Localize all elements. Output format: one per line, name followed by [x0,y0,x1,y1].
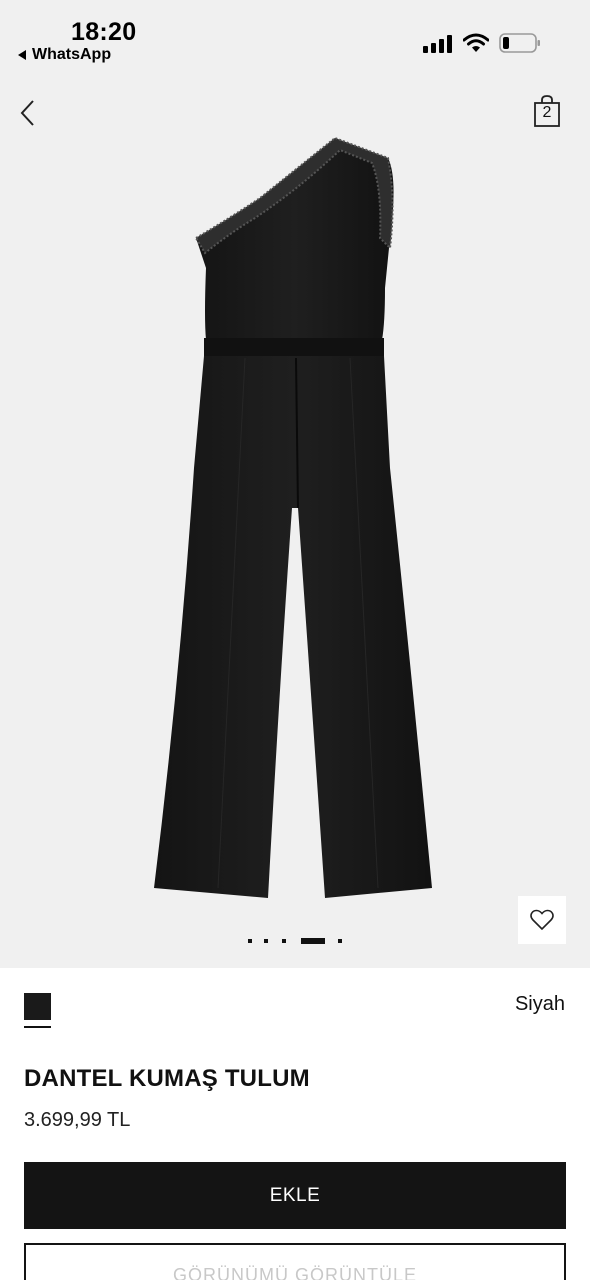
color-name: Siyah [514,993,565,1015]
signal-icon [423,35,453,53]
color-swatch[interactable] [24,993,51,1020]
product-price: 3.699,99 TL [24,1109,131,1131]
page-dot[interactable] [282,939,286,943]
view-look-button[interactable]: GÖRÜNÜMÜ GÖRÜNTÜLE [24,1243,566,1280]
back-triangle-icon [18,50,26,60]
selected-swatch-indicator [24,1026,51,1028]
product-title: DANTEL KUMAŞ TULUM [24,1065,310,1092]
status-bar: 18:20 WhatsApp [0,0,590,80]
add-to-bag-button[interactable]: EKLE [24,1162,566,1229]
heart-icon [530,909,554,931]
back-chevron-icon[interactable] [14,98,44,128]
status-time: 18:20 [71,18,137,46]
page-dot[interactable] [248,939,252,943]
wifi-icon [463,33,489,52]
back-to-app-link[interactable]: WhatsApp [18,46,111,64]
gallery-pagination [248,937,348,945]
back-app-label: WhatsApp [32,46,112,63]
favorite-button[interactable] [518,896,566,944]
battery-icon [499,33,540,53]
page-dot[interactable] [264,939,268,943]
page-dot[interactable] [338,939,342,943]
bag-count: 2 [542,104,552,121]
shopping-bag-button[interactable]: 2 [533,94,561,128]
page-dot-active[interactable] [301,938,325,944]
product-image[interactable] [150,118,440,903]
